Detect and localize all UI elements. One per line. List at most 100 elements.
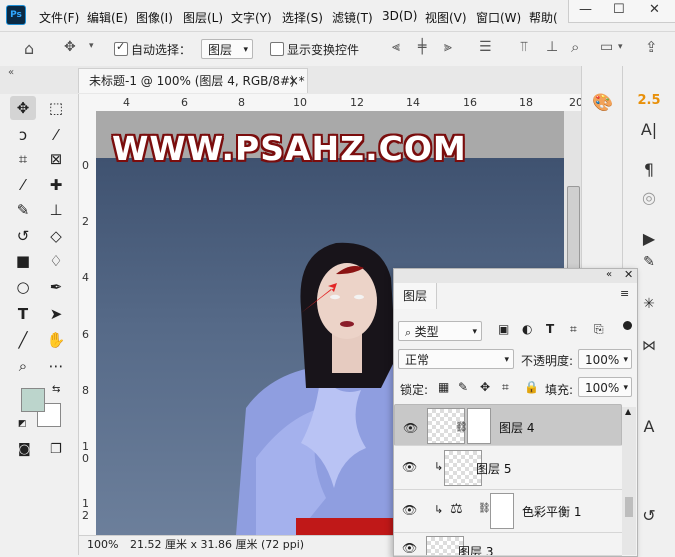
workspace-icon[interactable]: ▭	[600, 39, 613, 55]
history-brush-tool-icon[interactable]: ↺	[10, 224, 36, 248]
visibility-eye-icon[interactable]: 👁	[403, 418, 418, 438]
lock-position-icon[interactable]: ✥	[480, 380, 490, 394]
minimize-icon[interactable]: —	[579, 2, 592, 17]
visibility-eye-icon[interactable]: 👁	[402, 503, 417, 517]
align-center-icon[interactable]: ╪	[418, 39, 426, 55]
quick-mask-icon[interactable]: ◙	[18, 442, 31, 457]
path-selection-tool-icon[interactable]: ➤	[43, 302, 69, 326]
align-top-icon[interactable]: ⫪	[520, 39, 528, 55]
screen-mode-icon[interactable]: ❐	[50, 442, 62, 457]
line-tool-icon[interactable]: ╱	[10, 328, 36, 352]
link-icon[interactable]: ⛓	[455, 418, 468, 438]
layer-mask-thumbnail[interactable]	[467, 408, 491, 444]
menu-image[interactable]: 图像(I)	[136, 9, 173, 26]
auto-select-checkbox[interactable]: ✓	[114, 40, 128, 56]
show-transform-checkbox[interactable]	[270, 42, 284, 56]
play-icon[interactable]: ▶	[634, 229, 664, 248]
visibility-eye-icon[interactable]: 👁	[402, 460, 417, 474]
share-icon[interactable]: ⇪	[645, 38, 658, 56]
gradient-tool-icon[interactable]: ■	[10, 249, 36, 273]
type-panel-icon[interactable]: A	[634, 417, 664, 436]
palette-icon[interactable]: 🎨	[588, 93, 618, 113]
search-icon[interactable]: ⌕	[571, 38, 579, 56]
layers-panel-header[interactable]: « ✕	[394, 268, 637, 283]
filter-shape-icon[interactable]: ⌗	[570, 322, 577, 337]
brush-settings-icon[interactable]: ✎	[634, 254, 664, 270]
document-tab[interactable]: 未标题-1 @ 100% (图层 4, RGB/8#) * ×	[78, 68, 308, 93]
layer-name[interactable]: 图层 4	[499, 418, 534, 438]
scrollbar-thumb[interactable]	[625, 497, 633, 517]
swap-colors-icon[interactable]: ⇆	[52, 384, 60, 395]
chevron-down-icon[interactable]: ▾	[618, 42, 623, 52]
healing-brush-tool-icon[interactable]: ✚	[43, 173, 69, 197]
maximize-icon[interactable]: ☐	[613, 2, 625, 17]
panel-menu-icon[interactable]: ≡	[620, 287, 629, 300]
align-middle-icon[interactable]: ⊥	[546, 39, 558, 55]
collapse-arrows-icon[interactable]: «	[8, 67, 14, 78]
lock-artboard-icon[interactable]: ⌗	[502, 380, 509, 395]
auto-select-target-select[interactable]: 图层 ▾	[201, 39, 253, 59]
tab-layers[interactable]: 图层	[394, 283, 437, 309]
distribute-icon[interactable]: ☰	[479, 39, 492, 55]
magic-wand-tool-icon[interactable]: ⁄	[43, 123, 69, 147]
align-left-icon[interactable]: ⫷	[392, 39, 400, 55]
visibility-eye-icon[interactable]: 👁	[402, 541, 417, 555]
glyphs-icon[interactable]: ◎	[634, 188, 664, 207]
align-right-icon[interactable]: ⫸	[444, 39, 452, 55]
move-tool-icon[interactable]: ✥	[10, 96, 36, 120]
home-icon[interactable]: ⌂	[24, 39, 34, 58]
dodge-tool-icon[interactable]: ○	[10, 275, 36, 299]
zoom-level[interactable]: 100%	[87, 536, 118, 554]
share-nodes-icon[interactable]: ⋈	[634, 338, 664, 354]
zoom-tool-icon[interactable]: ⌕	[10, 354, 36, 378]
chevron-down-icon[interactable]: ▾	[89, 41, 94, 51]
layer-row[interactable]: 👁 ↳ ⚖ ⛓ 色彩平衡 1	[394, 490, 622, 533]
crop-tool-icon[interactable]: ⌗	[10, 147, 36, 171]
collapse-arrows-icon[interactable]: «	[606, 269, 612, 280]
close-icon[interactable]: ✕	[649, 2, 660, 17]
menu-filter[interactable]: 滤镜(T)	[332, 9, 373, 26]
marquee-tool-icon[interactable]: ⬚	[43, 96, 69, 120]
blend-mode-select[interactable]: 正常 ▾	[398, 349, 514, 369]
menu-layer[interactable]: 图层(L)	[183, 9, 223, 26]
paragraph-icon[interactable]: ¶	[634, 160, 664, 179]
layer-row[interactable]: 👁 ↳ 图层 5	[394, 447, 622, 490]
filter-toggle-icon[interactable]	[623, 321, 632, 330]
move-tool-icon[interactable]: ✥	[64, 39, 76, 55]
brush-tool-icon[interactable]: ✎	[10, 198, 36, 222]
close-tab-icon[interactable]: ×	[288, 69, 299, 94]
lock-paint-icon[interactable]: ✎	[458, 380, 468, 394]
adjustments-icon[interactable]: ✳	[634, 296, 664, 312]
menu-view[interactable]: 视图(V)	[425, 9, 467, 26]
history-icon[interactable]: ↺	[634, 506, 664, 525]
layer-row[interactable]: 👁 图层 3	[394, 533, 622, 556]
opacity-input[interactable]: 100% ▾	[578, 349, 632, 369]
hand-tool-icon[interactable]: ✋	[43, 328, 69, 352]
layers-scrollbar[interactable]: ▲	[622, 407, 636, 555]
layer-mask-thumbnail[interactable]	[490, 493, 514, 529]
clone-stamp-tool-icon[interactable]: ⊥	[43, 198, 69, 222]
layer-filter-select[interactable]: ⌕ 类型 ▾	[398, 321, 482, 341]
filter-smart-object-icon[interactable]: ⎘	[594, 322, 604, 337]
lock-all-icon[interactable]: 🔒	[524, 380, 539, 394]
layer-name[interactable]: 图层 3	[458, 543, 493, 555]
menu-help[interactable]: 帮助(	[529, 9, 558, 26]
menu-3d[interactable]: 3D(D)	[382, 9, 417, 23]
lasso-tool-icon[interactable]: ↄ	[10, 123, 36, 147]
eraser-tool-icon[interactable]: ◇	[43, 224, 69, 248]
menu-file[interactable]: 文件(F)	[39, 9, 79, 26]
layer-row[interactable]: 👁 ⛓ 图层 4	[394, 404, 622, 446]
blur-tool-icon[interactable]: ♢	[43, 249, 69, 273]
lock-transparency-icon[interactable]: ▦	[438, 380, 449, 394]
link-icon[interactable]: ⛓	[478, 503, 491, 514]
fill-input[interactable]: 100% ▾	[578, 377, 632, 397]
menu-window[interactable]: 窗口(W)	[476, 9, 521, 26]
menu-select[interactable]: 选择(S)	[282, 9, 323, 26]
layer-name[interactable]: 色彩平衡 1	[522, 503, 581, 520]
scroll-up-icon[interactable]: ▲	[625, 407, 631, 416]
default-colors-icon[interactable]: ◩	[18, 419, 27, 429]
filter-type-icon[interactable]: T	[546, 322, 554, 336]
type-tool-icon[interactable]: T	[10, 302, 36, 326]
pen-tool-icon[interactable]: ✒	[43, 275, 69, 299]
character-icon[interactable]: A|	[634, 120, 664, 139]
